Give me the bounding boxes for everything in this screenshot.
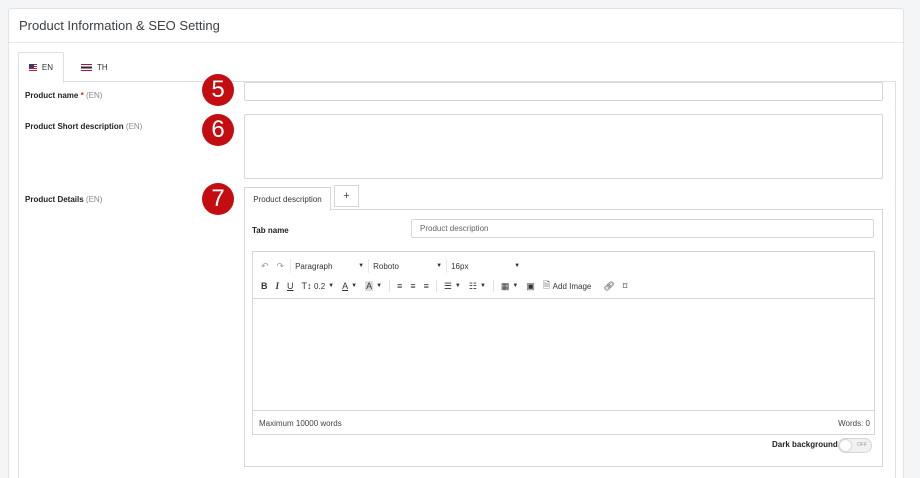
bold-icon[interactable]: B <box>257 278 272 294</box>
add-tab-button[interactable]: + <box>334 185 359 207</box>
card-title: Product Information & SEO Setting <box>19 18 220 33</box>
numbered-list-button[interactable]: ☷ ▼ <box>465 278 490 294</box>
highlight-icon: A <box>365 281 374 291</box>
max-words-note: Maximum 10000 words <box>259 419 342 428</box>
product-details-label-text: Product Details <box>25 195 84 204</box>
link-icon[interactable]: 🔗︎ <box>599 278 618 294</box>
required-marker: * <box>80 91 84 100</box>
chevron-down-icon: ▼ <box>376 283 383 289</box>
font-select-value: Roboto <box>373 261 399 271</box>
font-select[interactable]: Roboto ▼ <box>368 259 446 273</box>
product-name-input[interactable] <box>244 82 883 101</box>
line-height-icon: T↕ <box>301 281 312 291</box>
chevron-down-icon: ▼ <box>512 283 519 289</box>
toggle-state: OFF <box>857 442 867 448</box>
paragraph-select[interactable]: Paragraph ▼ <box>290 259 368 273</box>
italic-icon[interactable]: I <box>272 278 284 294</box>
align-center-icon[interactable]: ≡ <box>406 278 419 294</box>
add-image-button[interactable]: 🗎 Add Image <box>539 278 595 294</box>
short-description-textarea[interactable] <box>244 114 883 179</box>
rich-text-editor: ↶ ↷ Paragraph ▼ Roboto ▼ 16px ▼ B I U T↕ 0.… <box>252 251 875 435</box>
chevron-down-icon: ▼ <box>351 283 358 289</box>
table-icon: ▦ <box>500 280 510 291</box>
tab-en-label: EN <box>41 63 53 72</box>
bullet-list-button[interactable]: ☰ ▼ <box>440 278 465 294</box>
chevron-down-icon: ▼ <box>479 283 486 289</box>
toolbar-separator <box>389 280 391 292</box>
chevron-down-icon: ▼ <box>436 263 443 269</box>
line-height-value: 0.2 <box>314 281 326 291</box>
card-divider <box>9 42 903 43</box>
product-name-label-text: Product name <box>25 91 79 100</box>
align-right-icon[interactable]: ≡ <box>420 278 433 294</box>
font-size-select[interactable]: 16px ▼ <box>446 259 524 273</box>
lang-suffix: (EN) <box>85 91 103 100</box>
toggle-knob <box>840 440 851 451</box>
table-button[interactable]: ▦ ▼ <box>497 278 522 294</box>
tab-th-label: TH <box>97 62 108 72</box>
paragraph-select-value: Paragraph <box>295 261 333 271</box>
step-badge-6: 6 <box>202 114 234 146</box>
toolbar-separator <box>435 280 437 292</box>
lang-suffix: (EN) <box>125 122 143 131</box>
chevron-down-icon: ▼ <box>514 263 521 269</box>
step-badge-5: 5 <box>202 74 234 106</box>
text-color-icon: A <box>342 281 349 291</box>
tab-product-description[interactable]: Product description <box>244 187 331 211</box>
align-left-icon[interactable]: ≡ <box>393 278 406 294</box>
bookmark-icon[interactable]: ⌑ <box>619 278 632 294</box>
editor-content-area[interactable] <box>253 298 874 411</box>
thailand-flag-icon <box>81 63 92 71</box>
dark-background-label: Dark background <box>772 440 838 449</box>
undo-icon[interactable]: ↶ <box>257 258 273 274</box>
tab-en[interactable]: EN <box>18 52 64 83</box>
product-name-label: Product name * (EN) <box>25 91 102 100</box>
font-size-select-value: 16px <box>451 261 469 271</box>
language-tabs: EN TH <box>18 52 896 83</box>
step-badge-7: 7 <box>202 183 234 215</box>
tab-name-input[interactable]: Product description <box>411 219 874 238</box>
tab-th[interactable]: TH <box>71 52 118 82</box>
tab-name-label: Tab name <box>252 226 289 235</box>
highlight-color-button[interactable]: A ▼ <box>361 278 386 294</box>
dark-background-toggle[interactable]: OFF <box>838 438 872 453</box>
short-description-label-text: Product Short description <box>25 122 124 131</box>
line-height-button[interactable]: T↕ 0.2 ▼ <box>298 278 339 294</box>
toolbar-separator <box>492 280 494 292</box>
add-image-label: Add Image <box>552 281 592 291</box>
editor-toolbar-row-1: ↶ ↷ Paragraph ▼ Roboto ▼ 16px ▼ <box>253 256 524 276</box>
chevron-down-icon: ▼ <box>454 283 461 289</box>
short-description-label: Product Short description (EN) <box>25 122 142 131</box>
us-flag-icon <box>29 64 37 71</box>
chevron-down-icon: ▼ <box>358 263 365 269</box>
lang-suffix: (EN) <box>85 195 103 204</box>
redo-icon[interactable]: ↷ <box>273 258 289 274</box>
numbered-list-icon: ☷ <box>468 280 477 291</box>
bullet-list-icon: ☰ <box>443 280 452 291</box>
text-color-button[interactable]: A ▼ <box>338 278 361 294</box>
media-icon[interactable]: ▣ <box>522 278 539 294</box>
editor-toolbar-row-2: B I U T↕ 0.2 ▼ A ▼ A ▼ ≡ ≡ ≡ ☰ ▼ ☷ ▼ ▦ ▼ ▣ 🗎 A… <box>257 276 631 296</box>
underline-icon[interactable]: U <box>283 278 298 294</box>
product-details-label: Product Details (EN) <box>25 195 102 204</box>
image-icon: 🗎 <box>542 280 551 290</box>
word-count: Words: 0 <box>838 419 870 428</box>
chevron-down-icon: ▼ <box>328 283 335 289</box>
